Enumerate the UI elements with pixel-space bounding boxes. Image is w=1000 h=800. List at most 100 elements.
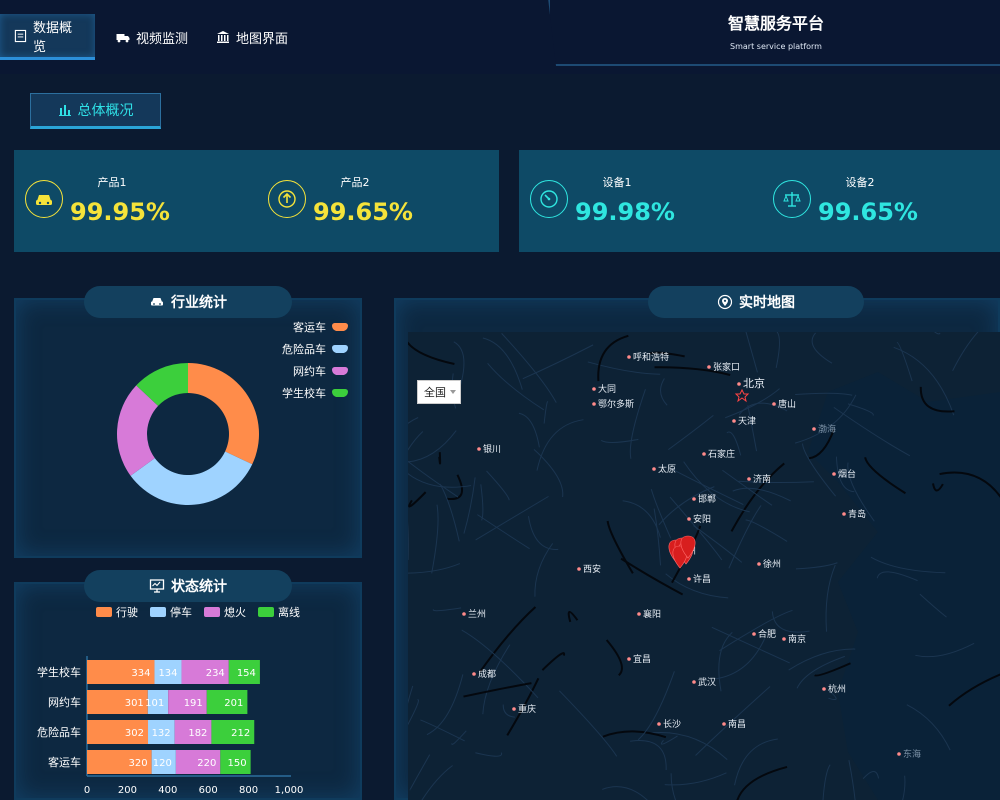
y-tick-label: 危险品车 [37,725,81,739]
car-icon [25,180,63,218]
status-stats-header: 状态统计 [84,570,292,602]
map-road [480,484,484,521]
city-label: 银川 [483,443,501,455]
region-select[interactable]: 全国 [417,380,461,404]
city-label: 东海 [903,748,921,760]
x-tick-label: 200 [118,785,137,796]
city-label: 成都 [478,668,496,680]
map-road [533,448,564,498]
map-road [602,786,648,800]
region-select-value: 全国 [424,386,446,399]
city-dot [687,577,691,581]
city-label: 重庆 [518,703,536,715]
map-road [745,519,788,542]
city-label: 南昌 [728,718,746,730]
bar-value-label: 301 [125,698,144,709]
city-dot [722,722,726,726]
city-dot [472,672,476,676]
city-label: 兰州 [468,608,486,620]
bar-value-label: 182 [188,728,207,739]
map-road [605,639,623,677]
city-dot [687,517,691,521]
legend-item[interactable]: 离线 [258,604,300,620]
legend-item[interactable]: 危险品车 [230,338,348,360]
map-road [732,487,791,502]
map-road [668,415,714,451]
legend-item[interactable]: 熄火 [204,604,246,620]
city-dot [782,637,786,641]
tab-label: 地图界面 [236,31,289,47]
industry-stats-title: 行业统计 [171,295,227,311]
city-dot [627,355,631,359]
truck-icon [116,34,130,43]
map-road [934,332,941,335]
x-tick-label: 800 [239,785,258,796]
map-road [630,739,667,771]
map-road [693,525,743,563]
legend-item[interactable]: 网约车 [230,360,348,382]
status-legend: 行驶 停车 熄火 离线 [96,604,300,620]
tab-label: 数据概览 [32,20,72,55]
status-stats-title: 状态统计 [171,579,227,595]
map-road [559,690,618,757]
map-road [408,430,457,463]
tab-map-view[interactable]: 地图界面 [202,14,302,60]
realtime-map[interactable]: 呼和浩特张家口北京天津渤海石家庄太原济南邯郸安阳郑州许昌西安南京合肥武汉杭州东海… [408,332,1000,800]
city-label: 安阳 [693,513,711,525]
overview-button[interactable]: 总体概况 [30,93,161,129]
bar-value-label: 220 [197,758,216,769]
page-subtitle: Smart service platform [730,42,822,51]
map-road [620,557,684,596]
city-label: 大同 [598,383,616,395]
bank-icon [217,31,229,43]
city-label: 青岛 [848,508,866,520]
x-tick-label: 0 [84,785,90,796]
legend-item[interactable]: 行驶 [96,604,138,620]
legend-label: 网约车 [293,365,326,378]
map-road [534,543,554,597]
legend-item[interactable]: 客运车 [230,316,348,338]
map-road [502,704,515,718]
map-road [848,760,856,800]
stat-label: 设备2 [845,176,875,189]
city-label: 合肥 [758,628,776,640]
map-road [660,378,668,406]
bar-value-label: 101 [145,698,164,709]
map-road [409,754,431,791]
bar-value-label: 234 [206,668,225,679]
scale-icon [773,180,811,218]
map-road [811,332,833,364]
map-road [728,505,762,569]
map-road [439,483,460,542]
map-road [477,514,530,550]
bar-value-label: 120 [153,758,172,769]
bar-value-label: 150 [228,758,247,769]
stat-label: 设备1 [602,176,632,189]
chevron-down-icon [450,390,456,394]
city-dot [592,402,596,406]
tab-video-monitor[interactable]: 视频监测 [102,14,202,60]
city-dot [512,707,516,711]
y-tick-label: 网约车 [48,695,81,709]
city-label: 南京 [788,633,806,645]
page-title: 智慧服务平台 [727,14,824,33]
map-road [952,332,979,372]
status-bar-chart: 客运车 320 120 220 150 危险品车 302 132 182 212 网约车 301 101… [37,656,303,796]
legend-swatch [332,345,348,353]
map-road [622,500,661,538]
legend-item[interactable]: 停车 [150,604,192,620]
legend-item[interactable]: 学生校车 [230,382,348,404]
map-road [408,491,427,508]
map-road [606,520,634,574]
map-road [719,609,793,652]
map-road [527,516,559,550]
stat-label: 产品1 [97,176,127,189]
city-dot [707,365,711,369]
map-road [600,438,639,443]
legend-label: 行驶 [116,606,138,619]
city-dot [752,632,756,636]
document-icon [14,29,27,42]
city-label: 唐山 [778,398,796,410]
tab-data-overview[interactable]: 数据概览 [0,14,95,60]
map-roads: 呼和浩特张家口北京天津渤海石家庄太原济南邯郸安阳郑州许昌西安南京合肥武汉杭州东海… [408,332,1000,800]
